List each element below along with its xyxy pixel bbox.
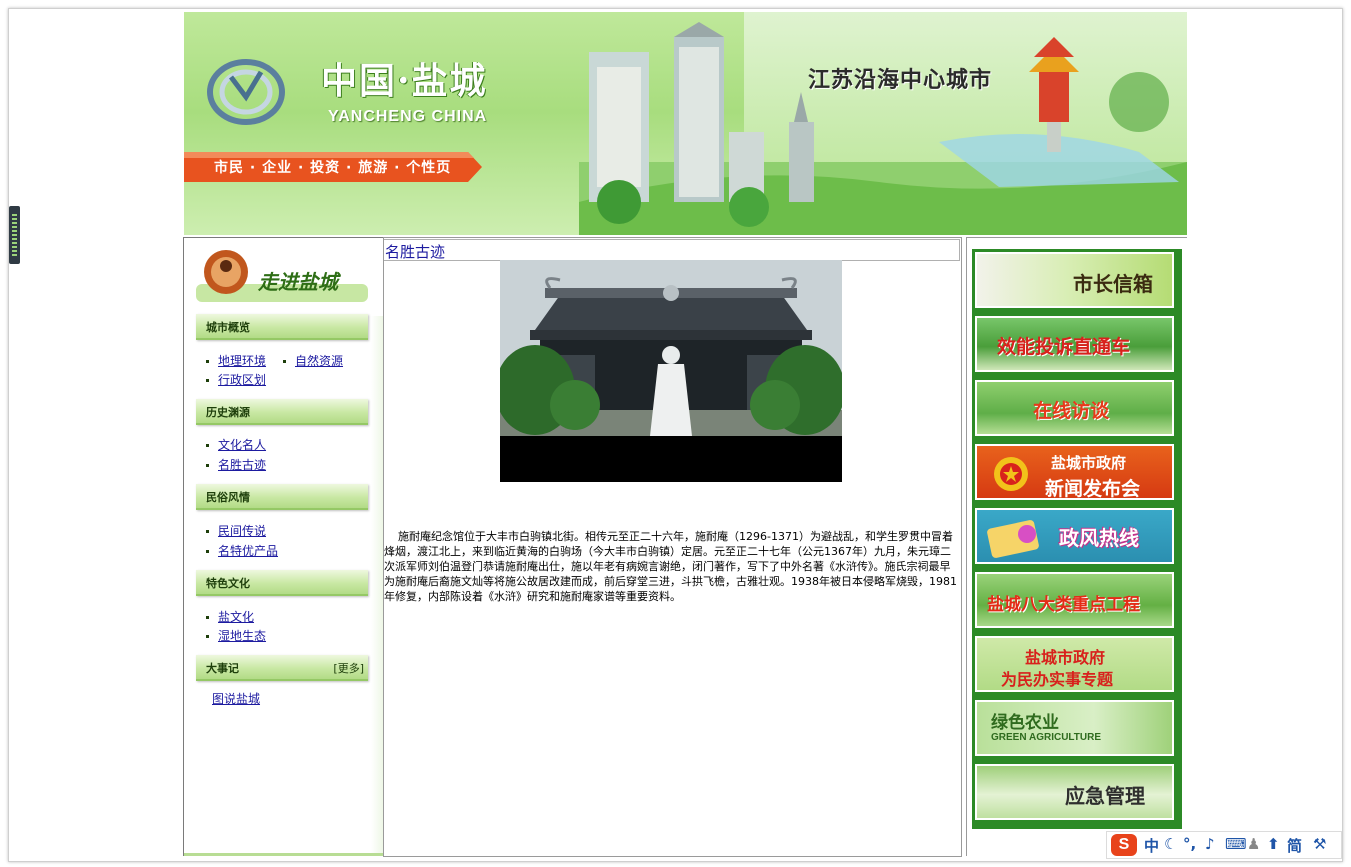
emergency-management-label: 应急管理 <box>1065 784 1145 808</box>
sidebar-item-folk-tales[interactable]: 民间传说 <box>206 522 266 539</box>
key-projects-label: 盐城八大类重点工程 <box>987 595 1140 615</box>
site-banner: 中国·盐城 YANCHENG CHINA 江苏沿海中心城市 市民 · 企业 · … <box>184 12 1187 235</box>
sidebar-item-culture-figures[interactable]: 文化名人 <box>206 436 266 453</box>
keyboard-icon[interactable]: ⌨ <box>1225 835 1247 853</box>
link-culture-figures[interactable]: 文化名人 <box>218 438 266 452</box>
section-header-events: 大事记 [更多] <box>196 655 368 681</box>
hotline-button[interactable]: 政风热线 <box>975 508 1174 564</box>
link-folk-tales[interactable]: 民间传说 <box>218 524 266 538</box>
logo-english-title: YANCHENG CHINA <box>328 108 488 125</box>
microphone-icon[interactable]: ♪ <box>1205 835 1215 853</box>
efficiency-complaint-button[interactable]: 效能投诉直通车 <box>975 316 1174 372</box>
link-products[interactable]: 名特优产品 <box>218 544 278 558</box>
sidebar-item-scenic-sites[interactable]: 名胜古迹 <box>206 456 266 473</box>
green-agriculture-button[interactable]: 绿色农业 GREEN AGRICULTURE <box>975 700 1174 756</box>
section-title: 大事记 <box>206 662 239 675</box>
green-agriculture-label-en: GREEN AGRICULTURE <box>991 732 1101 743</box>
link-geography[interactable]: 地理环境 <box>218 354 266 368</box>
press-conference-label-2: 新闻发布会 <box>1045 478 1141 500</box>
section-header-folk-customs: 民俗风情 <box>196 484 368 510</box>
mayor-mailbox-label: 市长信箱 <box>1073 272 1153 296</box>
section-title: 城市概览 <box>206 321 250 334</box>
link-scenic-sites[interactable]: 名胜古迹 <box>218 458 266 472</box>
city-skyline-image <box>579 22 1187 235</box>
zoujin-yancheng-header[interactable]: 走进盐城 <box>196 246 368 302</box>
sidebar-item-geography[interactable]: 地理环境 <box>206 352 266 369</box>
banner-slogan: 江苏沿海中心城市 <box>808 68 993 93</box>
user-icon[interactable]: ♟ <box>1247 835 1260 853</box>
public-service-label-2: 为民办实事专题 <box>1001 670 1114 689</box>
article-body: 施耐庵纪念馆位于大丰市白驹镇北街。相传元至正二十六年，施耐庵（1296-1371… <box>384 530 957 603</box>
sidebar-item-picture-yancheng[interactable]: 图说盐城 <box>212 690 260 707</box>
punctuation-icon[interactable]: °, <box>1183 835 1196 853</box>
sidebar-item-resources[interactable]: 自然资源 <box>283 352 343 369</box>
more-link[interactable]: [更多] <box>333 660 364 676</box>
national-emblem-icon <box>994 457 1028 491</box>
ime-toolbar[interactable]: S 中 ☾ °, ♪ ⌨ ♟ ⬆ 简 ⚒ <box>1106 831 1342 859</box>
sidebar-item-districts[interactable]: 行政区划 <box>206 371 266 388</box>
section-header-history: 历史渊源 <box>196 399 368 425</box>
link-districts[interactable]: 行政区划 <box>218 373 266 387</box>
main-content: 名胜古迹 施耐庵纪念馆位于大丰市白驹镇北街。相传元至正二十六年，施耐庵（1296… <box>383 237 962 857</box>
hotline-phone-icon <box>987 520 1039 558</box>
wrench-icon[interactable]: ⚒ <box>1313 835 1326 853</box>
nav-ribbon[interactable]: 市民 · 企业 · 投资 · 旅游 · 个性页 <box>184 152 484 182</box>
link-wetland[interactable]: 湿地生态 <box>218 629 266 643</box>
ime-simplified-toggle[interactable]: 简 <box>1287 835 1302 856</box>
left-sidebar: 走进盐城 城市概览 地理环境 自然资源 行政区划 历史渊源 文化名人 名胜古迹 … <box>183 237 383 856</box>
nav-ribbon-label[interactable]: 市民 · 企业 · 投资 · 旅游 · 个性页 <box>214 157 451 177</box>
sidebar-item-products[interactable]: 名特优产品 <box>206 542 278 559</box>
online-interview-label: 在线访谈 <box>1033 400 1110 422</box>
press-conference-button[interactable]: 盐城市政府 新闻发布会 <box>975 444 1174 500</box>
section-header-special-culture: 特色文化 <box>196 570 368 596</box>
section-title: 特色文化 <box>206 577 250 590</box>
content-title-bar: 名胜古迹 <box>384 239 960 261</box>
moon-icon[interactable]: ☾ <box>1164 835 1177 853</box>
green-agriculture-label: 绿色农业 <box>991 713 1059 733</box>
yancheng-logo-icon <box>207 59 285 125</box>
key-projects-button[interactable]: 盐城八大类重点工程 <box>975 572 1174 628</box>
press-conference-label-1: 盐城市政府 <box>1051 454 1127 472</box>
page-title: 名胜古迹 <box>385 243 446 261</box>
sidebar-item-wetland[interactable]: 湿地生态 <box>206 627 266 644</box>
ime-lang-toggle[interactable]: 中 <box>1144 835 1159 856</box>
online-interview-button[interactable]: 在线访谈 <box>975 380 1174 436</box>
efficiency-complaint-label: 效能投诉直通车 <box>997 336 1131 358</box>
mayor-mailbox-button[interactable]: 市长信箱 <box>975 252 1174 308</box>
link-salt-culture[interactable]: 盐文化 <box>218 610 254 624</box>
link-picture-yancheng[interactable]: 图说盐城 <box>212 692 260 706</box>
public-service-button[interactable]: 盐城市政府 为民办实事专题 <box>975 636 1174 692</box>
section-title: 历史渊源 <box>206 406 250 419</box>
skin-icon[interactable]: ⬆ <box>1267 835 1280 853</box>
zoujin-label: 走进盐城 <box>258 270 338 294</box>
sogou-s-icon[interactable]: S <box>1111 834 1137 856</box>
memorial-hall-photo <box>500 260 842 482</box>
side-panel-handle[interactable] <box>9 206 20 264</box>
logo-chinese-title: 中国·盐城 <box>321 60 488 102</box>
emergency-management-button[interactable]: 应急管理 <box>975 764 1174 820</box>
link-resources[interactable]: 自然资源 <box>295 354 343 368</box>
public-service-label-1: 盐城市政府 <box>1025 648 1106 667</box>
hotline-label: 政风热线 <box>1059 526 1139 550</box>
section-title: 民俗风情 <box>206 491 250 504</box>
right-sidebar: 市长信箱 效能投诉直通车 在线访谈 盐城市政府 新闻发布会 政风热线 盐城八大类… <box>966 237 1187 856</box>
sidebar-item-salt-culture[interactable]: 盐文化 <box>206 608 254 625</box>
section-header-city-overview: 城市概览 <box>196 314 368 340</box>
